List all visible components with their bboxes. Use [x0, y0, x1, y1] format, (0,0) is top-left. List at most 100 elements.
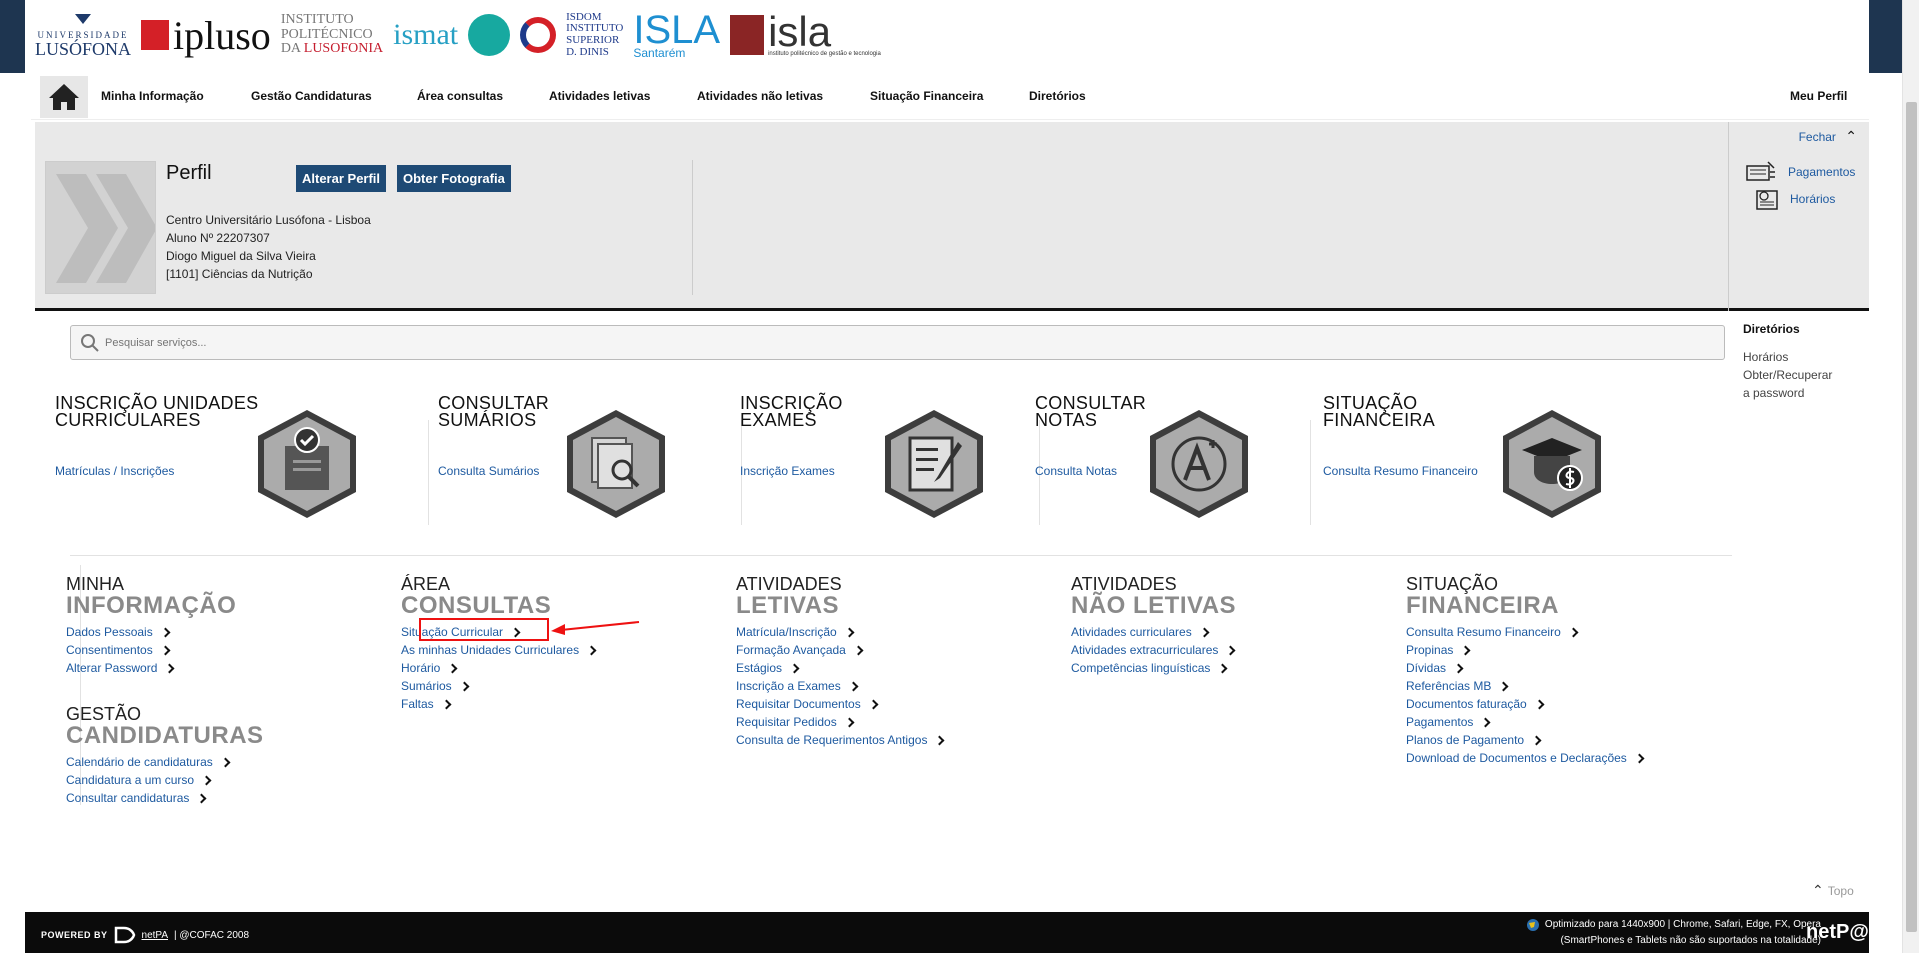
nav-situacao-financeira[interactable]: Situação Financeira — [870, 73, 983, 120]
menu-item-estagios[interactable]: Estágios — [736, 659, 943, 677]
menu-item-calendario-candidaturas[interactable]: Calendário de candidaturas — [66, 753, 264, 771]
ulusofona-emblem-icon — [75, 13, 91, 24]
profile-student-number: Aluno Nº 22207307 — [166, 231, 270, 245]
isdom-line-4: D. DINIS — [566, 45, 609, 58]
dir-link-recover-password-1[interactable]: Obter/Recuperar — [1743, 366, 1863, 384]
isdom-logo[interactable]: ISDOM INSTITUTO SUPERIOR D. DINIS — [566, 11, 623, 58]
menu-item-competencias-linguisticas[interactable]: Competências linguísticas — [1071, 659, 1236, 677]
ipl-logo[interactable]: INSTITUTO POLITÉCNICO DA LUSOFONIA — [281, 12, 383, 57]
exam-pen-icon[interactable] — [882, 408, 986, 520]
menu-item-matricula-inscricao[interactable]: Matrícula/Inscrição — [736, 623, 943, 641]
menu-item-propinas[interactable]: Propinas — [1406, 641, 1643, 659]
menu-item-pagamentos[interactable]: Pagamentos — [1406, 713, 1643, 731]
globe-icon — [1526, 919, 1539, 931]
get-photo-button[interactable]: Obter Fotografia — [397, 165, 511, 192]
isla-text: isla — [768, 8, 832, 56]
menu-item-atividades-extracurriculares[interactable]: Atividades extracurriculares — [1071, 641, 1236, 659]
menu-item-planos-pagamento[interactable]: Planos de Pagamento — [1406, 731, 1643, 749]
chevron-right-icon — [844, 717, 855, 727]
document-search-icon[interactable] — [564, 408, 668, 520]
nav-area-consultas[interactable]: Área consultas — [417, 73, 503, 120]
chevron-up-icon: ⌃ — [1812, 882, 1824, 898]
nav-minha-informacao[interactable]: Minha Informação — [101, 73, 204, 120]
optimization-note: (SmartPhones e Tablets não são suportado… — [1560, 935, 1821, 946]
nav-gestao-candidaturas[interactable]: Gestão Candidaturas — [251, 73, 372, 120]
search-input[interactable] — [105, 326, 1705, 359]
menu-heading-line2: LETIVAS — [736, 592, 840, 619]
quick-link-pagamentos[interactable]: Pagamentos — [1746, 160, 1855, 184]
profile-name: Diogo Miguel da Silva Vieira — [166, 249, 316, 263]
tile-link-consulta-sumarios[interactable]: Consulta Sumários — [438, 464, 539, 478]
menu-item-alterar-password[interactable]: Alterar Password — [66, 659, 236, 677]
menu-item-label: Consulta Resumo Financeiro — [1406, 625, 1561, 639]
isla-logo[interactable]: isla instituto politécnico de gestão e t… — [730, 8, 881, 57]
menu-heading-line2: CANDIDATURAS — [66, 722, 264, 749]
nav-atividades-letivas[interactable]: Atividades letivas — [549, 73, 650, 120]
menu-item-requisitar-documentos[interactable]: Requisitar Documentos — [736, 695, 943, 713]
menu-area-consultas: ÁREA CONSULTAS Situação Curricular As mi… — [401, 574, 597, 713]
menu-item-label: Sumários — [401, 679, 452, 693]
menu-item-referencias-mb[interactable]: Referências MB — [1406, 677, 1643, 695]
back-to-top-link[interactable]: ⌃ Topo — [1812, 882, 1854, 899]
menu-heading-line2: FINANCEIRA — [1406, 592, 1559, 619]
clipboard-check-icon[interactable] — [255, 408, 359, 520]
swirl-logo-icon[interactable] — [468, 14, 511, 56]
chevron-right-icon — [935, 735, 945, 745]
annotation-highlight-box — [419, 618, 549, 641]
menu-heading-line2: CONSULTAS — [401, 592, 552, 619]
quick-link-horarios-label: Horários — [1790, 192, 1836, 206]
menu-item-consultar-candidaturas[interactable]: Consultar candidaturas — [66, 789, 264, 807]
menu-item-atividades-curriculares[interactable]: Atividades curriculares — [1071, 623, 1236, 641]
grade-a-plus-icon[interactable] — [1147, 408, 1251, 520]
optimization-text: Optimizado para 1440x900 | Chrome, Safar… — [1544, 919, 1821, 930]
menu-heading-line1: GESTÃO — [66, 704, 142, 724]
tile-link-consulta-notas[interactable]: Consulta Notas — [1035, 464, 1117, 478]
menu-item-dividas[interactable]: Dívidas — [1406, 659, 1643, 677]
ulusofona-logo[interactable]: UNIVERSIDADE LUSÓFONA — [35, 13, 131, 58]
menu-item-consentimentos[interactable]: Consentimentos — [66, 641, 236, 659]
chevron-placeholder-icon — [56, 174, 155, 283]
chevron-right-icon — [164, 663, 175, 673]
menu-item-download-documentos[interactable]: Download de Documentos e Declarações — [1406, 749, 1645, 767]
quick-link-horarios[interactable]: Horários — [1756, 187, 1835, 211]
menu-item-requerimentos-antigos[interactable]: Consulta de Requerimentos Antigos — [736, 731, 945, 749]
close-profile-button[interactable]: Fechar ⌃ — [1799, 128, 1857, 145]
nav-meu-perfil[interactable]: Meu Perfil — [1790, 73, 1847, 120]
home-icon — [49, 84, 79, 110]
menu-item-label: Propinas — [1406, 643, 1454, 657]
dir-link-recover-password-2[interactable]: a password — [1743, 384, 1863, 402]
menu-item-dados-pessoais[interactable]: Dados Pessoais — [66, 623, 236, 641]
netpa-link[interactable]: netPA — [142, 930, 169, 941]
menu-item-minhas-ucs[interactable]: As minhas Unidades Curriculares — [401, 641, 597, 659]
chevron-right-icon — [160, 627, 171, 637]
nav-diretorios[interactable]: Diretórios — [1029, 73, 1086, 120]
menu-item-documentos-faturacao[interactable]: Documentos faturação — [1406, 695, 1643, 713]
dir-link-horarios[interactable]: Horários — [1743, 348, 1863, 366]
menu-item-inscricao-exames[interactable]: Inscrição a Exames — [736, 677, 943, 695]
chevron-right-icon — [447, 663, 458, 673]
menu-item-label: Atividades extracurriculares — [1071, 643, 1219, 657]
menu-item-formacao-avancada[interactable]: Formação Avançada — [736, 641, 943, 659]
tile-link-matriculas[interactable]: Matrículas / Inscrições — [55, 464, 174, 478]
tile-inscricao-ucs: INSCRIÇÃO UNIDADES CURRICULARES Matrícul… — [55, 394, 425, 525]
graduate-dollar-icon[interactable] — [1500, 408, 1604, 520]
tile-link-inscricao-exames[interactable]: Inscrição Exames — [740, 464, 835, 478]
scrollbar-thumb[interactable] — [1906, 102, 1917, 932]
chevron-up-icon: ⌃ — [1845, 128, 1857, 144]
menu-item-requisitar-pedidos[interactable]: Requisitar Pedidos — [736, 713, 943, 731]
menu-item-horario[interactable]: Horário — [401, 659, 595, 677]
menu-item-resumo-financeiro[interactable]: Consulta Resumo Financeiro — [1406, 623, 1643, 641]
tile-link-resumo-financeiro[interactable]: Consulta Resumo Financeiro — [1323, 464, 1478, 478]
isla-santarem-logo[interactable]: ISLA Santarém — [633, 10, 720, 59]
alter-profile-button[interactable]: Alterar Perfil — [296, 165, 387, 192]
menu-item-label: As minhas Unidades Curriculares — [401, 643, 580, 657]
profile-course: [1101] Ciências da Nutrição — [166, 267, 313, 281]
ipluso-logo[interactable]: ipluso — [141, 12, 271, 59]
menu-item-sumarios[interactable]: Sumários — [401, 677, 595, 695]
menu-item-candidatura-curso[interactable]: Candidatura a um curso — [66, 771, 264, 789]
menu-item-faltas[interactable]: Faltas — [401, 695, 595, 713]
home-button[interactable] — [40, 76, 88, 118]
nav-atividades-nao-letivas[interactable]: Atividades não letivas — [697, 73, 823, 120]
page-scrollbar[interactable] — [1902, 0, 1919, 953]
ismat-logo[interactable]: ismat — [393, 18, 458, 52]
